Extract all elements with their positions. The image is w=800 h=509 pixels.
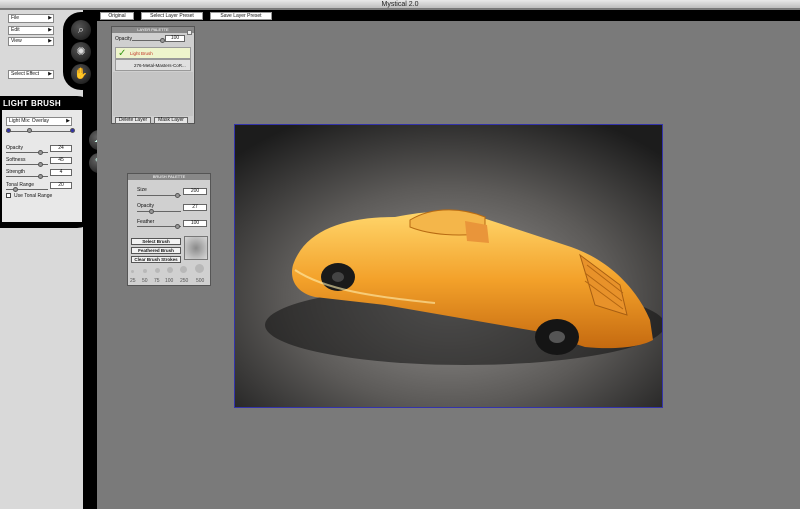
file-menu[interactable]: File ▶ [8, 14, 54, 23]
image-canvas[interactable] [234, 124, 663, 408]
tab-original[interactable]: Original [100, 12, 134, 20]
view-menu[interactable]: View ▶ [8, 37, 54, 46]
layer-list-empty [113, 72, 193, 116]
layer-item-light-brush[interactable]: ✓ Light Brush [115, 47, 191, 59]
brush-feather-stepper[interactable]: 100 [183, 220, 207, 227]
mix-range-slider[interactable] [6, 131, 74, 132]
strength-stepper[interactable]: 4 [50, 169, 72, 176]
edit-menu[interactable]: Edit ▶ [8, 26, 54, 35]
light-brush-title: LIGHT BRUSH [3, 99, 61, 108]
triangle-right-icon: ▶ [48, 71, 52, 77]
palette-close-icon[interactable] [187, 30, 192, 35]
brush-size-25-label: 25 [130, 278, 136, 284]
hand-icon[interactable]: ✋ [71, 64, 91, 84]
layer-opacity-label: Opacity [115, 36, 132, 42]
brush-opacity-thumb[interactable] [149, 209, 154, 214]
tab-select-layer-preset[interactable]: Select Layer Preset [141, 12, 203, 20]
brush-size-250-label: 250 [180, 278, 189, 284]
range-start-handle[interactable] [6, 128, 11, 133]
brush-opacity-stepper[interactable]: 27 [183, 204, 207, 211]
tonal-range-slider-thumb[interactable] [13, 187, 18, 192]
strength-label: Strength [6, 169, 25, 175]
car-photo [235, 125, 662, 407]
light-mix-select[interactable]: Light Mix: Overlay ▶ [6, 117, 72, 126]
brush-size-25-dot[interactable] [131, 270, 134, 273]
feathered-brush-button[interactable]: Feathered Brush [131, 247, 181, 254]
brush-size-100-dot[interactable] [167, 267, 173, 273]
brush-size-75-dot[interactable] [155, 268, 160, 273]
layer-palette-title: LAYER PALETTE [112, 27, 194, 33]
brush-size-50-dot[interactable] [143, 269, 147, 273]
use-tonal-range-checkbox[interactable] [6, 193, 11, 198]
mask-layer-button[interactable]: Mask Layer [154, 117, 188, 124]
opacity-label: Opacity [6, 145, 23, 151]
brush-feather-thumb[interactable] [175, 224, 180, 229]
layer-opacity-stepper[interactable]: 100 [165, 35, 185, 42]
triangle-right-icon: ▶ [66, 118, 70, 124]
brush-size-75-label: 75 [154, 278, 160, 284]
brush-size-label: Size [137, 187, 147, 193]
triangle-right-icon: ▶ [48, 38, 52, 44]
title-bar: Mystical 2.0 [0, 0, 800, 9]
brush-size-500-dot[interactable] [195, 264, 204, 273]
softness-label: Softness [6, 157, 26, 163]
brush-preview [184, 236, 208, 260]
brush-size-stepper[interactable]: 200 [183, 188, 207, 195]
window-title: Mystical 2.0 [381, 1, 419, 8]
brush-size-100-label: 100 [165, 278, 174, 284]
brush-dots-icon[interactable]: ✺ [71, 42, 91, 62]
tonal-range-stepper[interactable]: 20 [50, 182, 72, 189]
tab-save-layer-preset[interactable]: Save Layer Preset [210, 12, 272, 20]
mix-slider-thumb[interactable] [27, 128, 32, 133]
brush-feather-label: Feather [137, 219, 155, 225]
clear-brush-strokes-button[interactable]: Clear Brush Strokes [131, 256, 181, 263]
brush-palette-title: BRUSH PALETTE [128, 174, 210, 180]
delete-layer-button[interactable]: Delete Layer [115, 117, 151, 124]
brush-size-500-label: 500 [196, 278, 205, 284]
use-tonal-range-label: Use Tonal Range [14, 193, 53, 199]
opacity-stepper[interactable]: 24 [50, 145, 72, 152]
softness-slider-thumb[interactable] [38, 162, 43, 167]
tonal-range-label: Tonal Range [6, 182, 35, 188]
softness-stepper[interactable]: 45 [50, 157, 72, 164]
brush-size-thumb[interactable] [175, 193, 180, 198]
triangle-right-icon: ▶ [48, 27, 52, 33]
brush-opacity-slider[interactable] [137, 211, 181, 212]
magnifier-icon[interactable]: ⌕ [71, 20, 91, 40]
opacity-slider-thumb[interactable] [38, 150, 43, 155]
range-end-handle[interactable] [70, 128, 75, 133]
triangle-right-icon: ▶ [48, 15, 52, 21]
select-brush-button[interactable]: Select Brush [131, 238, 181, 245]
brush-size-50-label: 50 [142, 278, 148, 284]
layer-item-photo[interactable]: 276-Metal-Masters-CoR... [115, 59, 191, 71]
brush-size-250-dot[interactable] [180, 266, 187, 273]
select-effect-menu[interactable]: Select Effect ▶ [8, 70, 54, 79]
strength-slider-thumb[interactable] [38, 174, 43, 179]
